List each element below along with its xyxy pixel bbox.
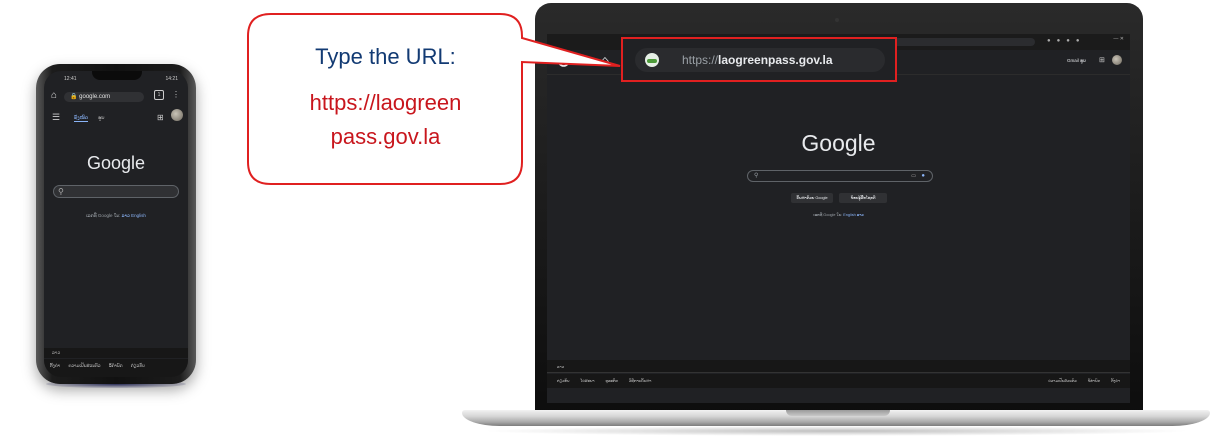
callout-instruction: Type the URL: (315, 44, 456, 69)
callout-url-line1: https://laogreen (309, 90, 462, 115)
callout-url: https://laogreen pass.gov.la (248, 86, 523, 154)
callout-bubble (247, 13, 621, 185)
callout-url-line2: pass.gov.la (330, 124, 441, 149)
